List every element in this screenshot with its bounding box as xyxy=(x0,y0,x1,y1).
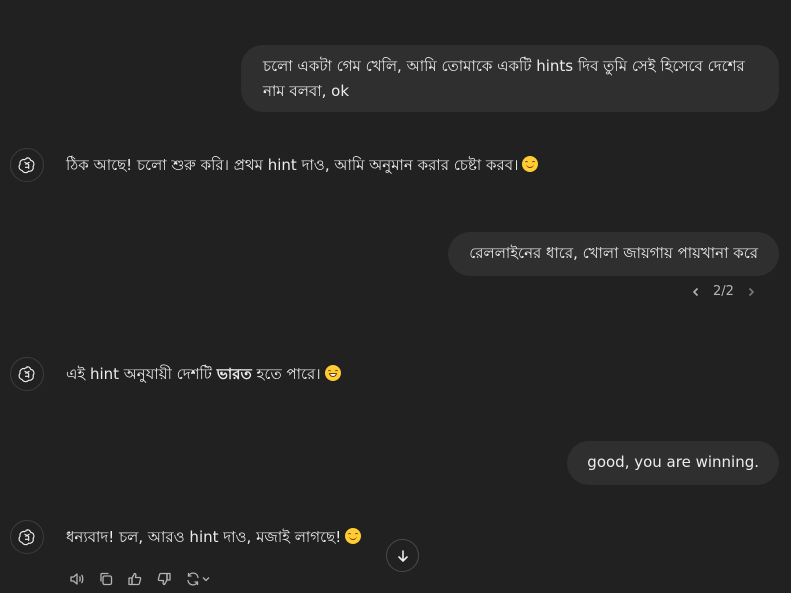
speaker-icon[interactable] xyxy=(66,568,88,590)
copy-icon[interactable] xyxy=(95,568,117,590)
openai-logo-icon xyxy=(18,529,35,546)
user-message-2: রেললাইনের ধারে, খোলা জায়গায় পায়খানা ক… xyxy=(448,232,779,276)
regenerate-button[interactable] xyxy=(182,568,214,590)
assistant-message-2-text-after: হতে পারে। xyxy=(251,365,321,383)
assistant-avatar xyxy=(10,520,44,554)
user-message-1: চলো একটা গেম খেলি, আমি তোমাকে একটি hints… xyxy=(241,45,779,112)
chevron-right-icon[interactable] xyxy=(744,285,758,299)
assistant-message-3: ধন্যবাদ! চল, আরও hint দাও, মজাই লাগছে! xyxy=(66,525,362,550)
message-actions xyxy=(66,568,214,590)
grinning-emoji-icon xyxy=(324,365,341,381)
thumbs-up-icon[interactable] xyxy=(124,568,146,590)
assistant-message-2-bold-country: ভারত xyxy=(216,365,252,383)
user-message-1-text: চলো একটা গেম খেলি, আমি তোমাকে একটি hints… xyxy=(263,57,745,100)
pager-count: 2/2 xyxy=(713,284,734,299)
scroll-down-button[interactable] xyxy=(386,539,419,572)
assistant-message-3-text: ধন্যবাদ! চল, আরও hint দাও, মজাই লাগছে! xyxy=(66,528,342,546)
thumbs-down-icon[interactable] xyxy=(153,568,175,590)
openai-logo-icon xyxy=(18,157,35,174)
openai-logo-icon xyxy=(18,366,35,383)
chevron-down-icon xyxy=(202,577,210,582)
assistant-message-2: এই hint অনুযায়ী দেশটি ভারত হতে পারে। xyxy=(66,362,341,387)
arrow-down-icon xyxy=(397,549,408,562)
regenerate-icon xyxy=(187,572,199,586)
user-message-2-text: রেললাইনের ধারে, খোলা জায়গায় পায়খানা ক… xyxy=(469,244,758,262)
user-message-3: good, you are winning. xyxy=(567,441,779,485)
smiling-emoji-icon xyxy=(522,156,539,172)
assistant-avatar xyxy=(10,357,44,391)
chevron-left-icon[interactable] xyxy=(689,285,703,299)
assistant-message-1-text: ঠিক আছে! চলো শুরু করি। প্রথম hint দাও, আ… xyxy=(66,156,519,174)
assistant-message-2-text-before: এই hint অনুযায়ী দেশটি xyxy=(66,365,217,383)
assistant-avatar xyxy=(10,148,44,182)
response-pager: 2/2 xyxy=(689,284,758,299)
assistant-message-1: ঠিক আছে! চলো শুরু করি। প্রথম hint দাও, আ… xyxy=(66,153,539,178)
user-message-3-text: good, you are winning. xyxy=(587,453,759,471)
smiling-emoji-icon xyxy=(345,528,362,544)
